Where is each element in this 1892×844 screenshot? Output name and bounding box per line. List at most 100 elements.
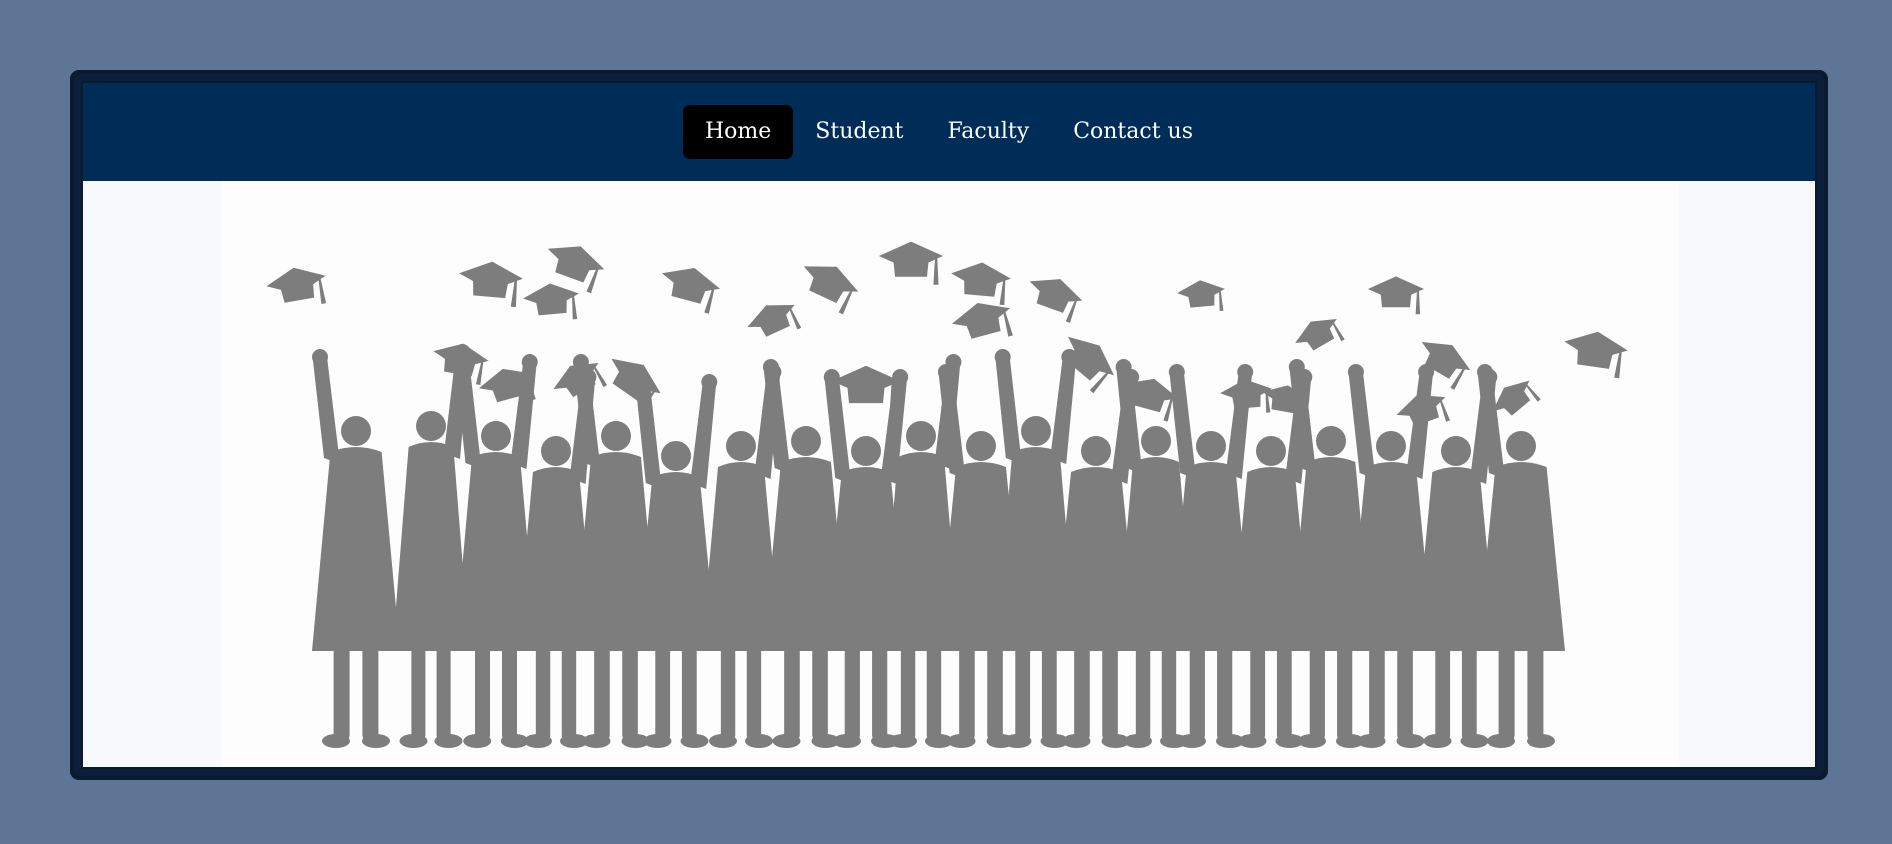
- graduate-hand: [1061, 349, 1078, 365]
- graduate-head: [1196, 431, 1226, 461]
- graduate-arm: [690, 382, 717, 489]
- graduate-hand: [1288, 359, 1305, 375]
- graduation-cap-icon: [662, 267, 720, 314]
- graduate-shoe: [772, 734, 801, 748]
- graduate-head: [1441, 436, 1471, 466]
- graduate-leg: [987, 646, 1003, 741]
- graduate-leg: [1369, 646, 1385, 741]
- page-container: Home Student Faculty Contact us: [81, 81, 1817, 769]
- graduate-leg: [1015, 646, 1031, 741]
- graduate-shoe: [524, 734, 552, 748]
- nav-faculty-link[interactable]: Faculty: [926, 105, 1052, 159]
- graduate-hand: [823, 369, 840, 385]
- graduate-leg: [362, 646, 379, 741]
- graduate-shoe: [680, 734, 709, 748]
- graduate-head: [1021, 416, 1051, 446]
- graduate-leg: [1217, 646, 1233, 741]
- graduate-shoe: [1178, 734, 1206, 748]
- graduate-head: [481, 421, 511, 451]
- graduate-head: [341, 416, 371, 446]
- graduation-cap-icon: [1368, 276, 1424, 315]
- graduate-shoe: [582, 734, 611, 748]
- nav-home-link[interactable]: Home: [682, 105, 794, 159]
- graduate-shoe: [1396, 734, 1425, 748]
- graduate-leg: [1461, 646, 1477, 741]
- graduation-cap-icon: [747, 305, 802, 337]
- graduate-leg: [502, 646, 517, 741]
- graduate-head: [1506, 431, 1536, 461]
- graduation-cap-icon: [1029, 279, 1083, 323]
- nav-student-link[interactable]: Student: [793, 105, 925, 159]
- graduate-leg: [720, 646, 736, 741]
- graduate-hand: [572, 354, 589, 370]
- graduate-shoe: [1357, 734, 1386, 748]
- graduate-leg: [784, 646, 800, 741]
- graduate-leg: [1309, 646, 1325, 741]
- graduate-leg: [959, 646, 975, 741]
- graduate-leg: [1435, 646, 1451, 741]
- graduate-leg: [1102, 646, 1118, 741]
- graduate-leg: [1498, 646, 1515, 741]
- graduate-shoe: [1460, 734, 1489, 748]
- graduate-head: [416, 411, 446, 441]
- graduate-hand: [1347, 364, 1364, 380]
- graduate-leg: [1276, 646, 1292, 741]
- graduate-shoe: [1062, 734, 1091, 748]
- graduate-shoe: [1527, 734, 1555, 748]
- graduate-shoe: [1487, 734, 1515, 748]
- graduate-hand: [762, 359, 779, 375]
- graduate-head: [661, 441, 691, 471]
- graduate-leg: [1074, 646, 1090, 741]
- graduation-hero-image: [221, 181, 1679, 767]
- graduate-hand: [521, 354, 538, 370]
- graduate-hand: [1418, 364, 1435, 380]
- graduation-cap-icon: [523, 283, 579, 320]
- graduate-shoe: [1238, 734, 1267, 748]
- graduate-leg: [746, 646, 762, 741]
- graduate-hand: [892, 369, 909, 385]
- graduate-leg: [1041, 646, 1057, 741]
- graduate-hand: [634, 374, 651, 390]
- graduation-cap-icon: [1295, 319, 1345, 351]
- top-navbar: Home Student Faculty Contact us: [83, 83, 1815, 181]
- graduation-cap-icon: [832, 365, 900, 412]
- graduate-leg: [622, 646, 638, 741]
- graduation-cap-icon: [459, 261, 523, 308]
- graduate-leg: [475, 646, 490, 741]
- graduate-shoe: [1298, 734, 1326, 748]
- graduate-head: [1256, 436, 1286, 466]
- graduate-shoe: [745, 734, 773, 748]
- graduate-shoe: [947, 734, 976, 748]
- nav-contact-us-link[interactable]: Contact us: [1051, 105, 1215, 159]
- graduation-cap-icon: [1177, 280, 1225, 312]
- graduate-head: [851, 436, 881, 466]
- graduate-hand: [937, 364, 954, 380]
- graduate-head: [541, 436, 571, 466]
- graduate-shoe: [1423, 734, 1452, 748]
- graduate-leg: [1135, 646, 1151, 741]
- graduate-arm: [995, 357, 1022, 464]
- graduation-cap-icon: [952, 302, 1013, 339]
- graduate-shoe: [1124, 734, 1152, 748]
- graduate-shoe: [709, 734, 737, 748]
- graduation-cap-icon: [611, 358, 661, 413]
- graduate-leg: [900, 646, 916, 741]
- graduate-hand: [454, 354, 471, 370]
- graduate-arm: [1406, 372, 1434, 479]
- graduate-hand: [1237, 364, 1254, 380]
- graduate-hand: [994, 349, 1011, 365]
- graduate-shoe: [1003, 734, 1032, 748]
- graduate-hand: [312, 349, 328, 365]
- graduate-shoe: [434, 734, 463, 748]
- graduate-hand: [1168, 364, 1185, 380]
- graduation-cap-icon: [951, 262, 1011, 306]
- graduate-leg: [594, 646, 610, 741]
- graduate-leg: [1161, 646, 1177, 741]
- graduate-leg: [561, 646, 577, 741]
- graduate-leg: [411, 646, 426, 741]
- page-frame: Home Student Faculty Contact us: [70, 70, 1828, 780]
- graduate-head: [791, 426, 821, 456]
- graduate-head: [906, 421, 936, 451]
- graduate-leg: [1527, 646, 1544, 741]
- graduate-gown: [312, 447, 400, 651]
